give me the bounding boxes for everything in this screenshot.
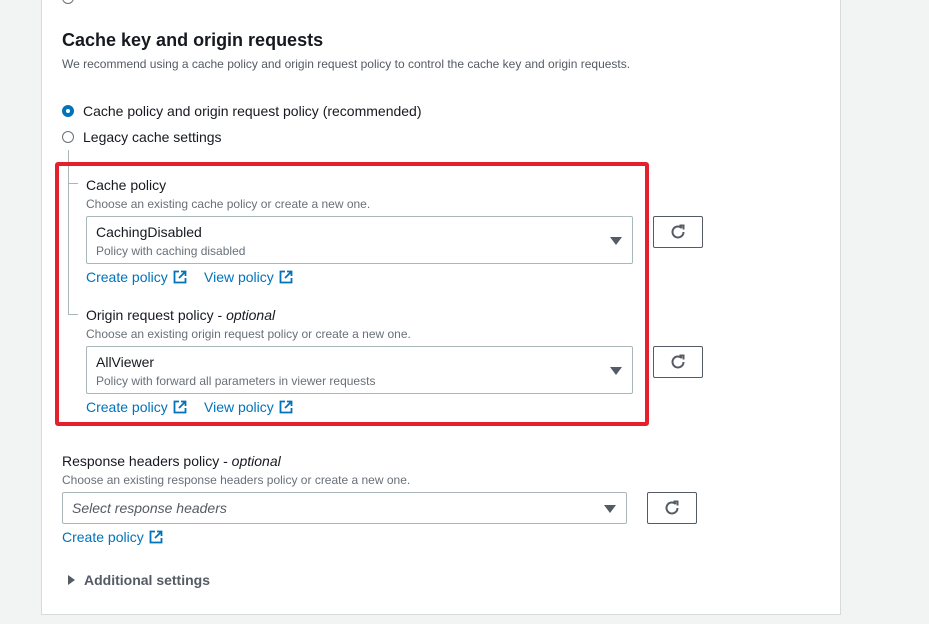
response-headers-policy-hint: Choose an existing response headers poli… bbox=[62, 473, 411, 487]
response-headers-policy-label: Response headers policy - optional bbox=[62, 453, 281, 469]
refresh-response-headers-policy-button[interactable] bbox=[647, 492, 697, 524]
section-description: We recommend using a cache policy and or… bbox=[62, 57, 631, 71]
radio-legacy-cache-settings[interactable]: Legacy cache settings bbox=[62, 129, 222, 145]
optional-suffix: optional bbox=[231, 453, 281, 469]
caret-right-icon bbox=[68, 575, 75, 585]
refresh-icon bbox=[671, 224, 685, 239]
radio-icon bbox=[62, 0, 74, 4]
refresh-cache-policy-button[interactable] bbox=[653, 216, 703, 248]
previous-radio-partial[interactable] bbox=[62, 0, 83, 4]
highlight-box bbox=[55, 162, 649, 426]
select-placeholder: Select response headers bbox=[72, 500, 227, 516]
label-text: Response headers policy bbox=[62, 453, 220, 469]
additional-settings-toggle[interactable]: Additional settings bbox=[68, 572, 210, 588]
caret-down-icon bbox=[604, 505, 616, 513]
radio-cache-policy-recommended[interactable]: Cache policy and origin request policy (… bbox=[62, 103, 422, 119]
refresh-icon bbox=[671, 354, 685, 369]
link-label: Create policy bbox=[62, 529, 144, 545]
radio-selected-icon bbox=[62, 105, 74, 117]
radio-unselected-icon bbox=[62, 131, 74, 143]
create-response-headers-policy-link[interactable]: Create policy bbox=[62, 529, 163, 545]
additional-settings-label: Additional settings bbox=[84, 572, 210, 588]
refresh-icon bbox=[665, 500, 679, 515]
radio-label: Legacy cache settings bbox=[83, 129, 222, 145]
label-separator: - bbox=[219, 453, 232, 469]
refresh-origin-request-policy-button[interactable] bbox=[653, 346, 703, 378]
response-headers-policy-select[interactable]: Select response headers bbox=[62, 492, 627, 524]
external-link-icon bbox=[149, 530, 163, 544]
section-title: Cache key and origin requests bbox=[62, 30, 324, 50]
radio-label: Cache policy and origin request policy (… bbox=[83, 103, 422, 119]
